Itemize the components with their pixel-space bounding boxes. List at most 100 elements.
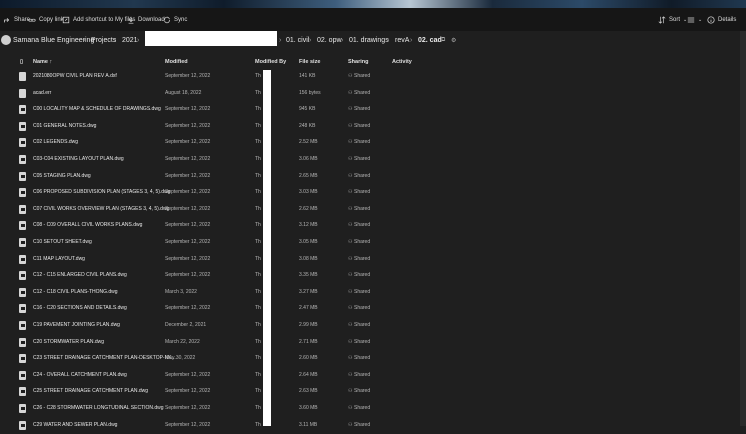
file-icon: [19, 155, 26, 164]
shared-icon: ⚇: [348, 305, 353, 312]
download-label: Download: [138, 16, 165, 23]
file-name[interactable]: C01 GENERAL NOTES.dwg: [33, 123, 96, 129]
site-logo-icon: [1, 35, 11, 45]
table-row[interactable]: 2021080OPW CIVIL PLAN REV A.dxf September…: [0, 69, 746, 86]
download-button[interactable]: Download: [127, 13, 165, 26]
table-row[interactable]: C06 PROPOSED SUBDIVISION PLAN (STAGES 3,…: [0, 185, 746, 202]
file-modified-by: Th: [255, 189, 261, 196]
breadcrumb-item-year[interactable]: 2021: [122, 37, 138, 44]
table-row[interactable]: C23 STREET DRAINAGE CATCHMENT PLAN-DESKT…: [0, 351, 746, 368]
file-name[interactable]: C16 - C20 SECTIONS AND DETAILS.dwg: [33, 305, 127, 311]
file-size: 2.60 MB: [299, 355, 318, 362]
table-row[interactable]: C12 - C15 ENLARGED CIVIL PLANS.dwg Septem…: [0, 268, 746, 285]
file-size: 3.35 MB: [299, 272, 318, 279]
file-size: 2.64 MB: [299, 371, 318, 378]
file-icon: [19, 221, 26, 231]
breadcrumb-item-civil[interactable]: 01. civil: [286, 37, 309, 44]
file-name[interactable]: C24 - OVERALL CATCHMENT PLAN.dwg: [33, 372, 127, 378]
shared-icon: ⚇: [348, 172, 353, 179]
table-row[interactable]: C25 STREET DRAINAGE CATCHMENT PLAN.dwg Se…: [0, 384, 746, 401]
breadcrumb-item-current: 02. cad: [418, 37, 442, 44]
file-type-icon[interactable]: ▯: [20, 59, 23, 65]
file-modified-by: Th: [255, 122, 261, 129]
file-name[interactable]: C12 - C18 CIVIL PLANS-THONG.dwg: [33, 289, 118, 295]
breadcrumb-item-opw[interactable]: 02. opw: [317, 37, 342, 44]
file-name[interactable]: C00 LOCALITY MAP & SCHEDULE OF DRAWINGS.…: [33, 106, 161, 112]
file-name[interactable]: C02 LEGENDS.dwg: [33, 139, 78, 145]
shared-icon: ⚇: [348, 371, 353, 378]
file-modified-by: Th: [255, 172, 261, 179]
file-name[interactable]: acad.err: [33, 90, 51, 96]
file-size: 2.99 MB: [299, 322, 318, 328]
table-row[interactable]: C01 GENERAL NOTES.dwg September 12, 2022 T…: [0, 119, 746, 136]
folder-link-icon[interactable]: ⧉: [441, 37, 445, 44]
view-options-button[interactable]: ⌄: [687, 13, 702, 26]
file-size: 945 KB: [299, 106, 316, 113]
details-button[interactable]: Details: [707, 13, 736, 26]
file-size: 141 KB: [299, 73, 316, 79]
file-sharing: Shared: [354, 189, 371, 196]
file-name[interactable]: C08 - C09 OVERALL CIVIL WORKS PLANS.dwg: [33, 222, 142, 228]
table-row[interactable]: C12 - C18 CIVIL PLANS-THONG.dwg March 3, …: [0, 285, 746, 302]
shared-icon: ⚇: [348, 156, 353, 162]
shared-icon: ⚇: [348, 222, 353, 229]
file-icon: [19, 337, 26, 347]
table-row[interactable]: C10 SETOUT SHEET.dwg September 12, 2022 Th…: [0, 235, 746, 252]
file-name[interactable]: 2021080OPW CIVIL PLAN REV A.dxf: [33, 73, 117, 79]
file-name[interactable]: C07 CIVIL WORKS OVERVIEW PLAN (STAGES 3,…: [33, 206, 169, 212]
table-row[interactable]: C16 - C20 SECTIONS AND DETAILS.dwg Septem…: [0, 301, 746, 318]
table-row[interactable]: C08 - C09 OVERALL CIVIL WORKS PLANS.dwg S…: [0, 218, 746, 235]
scrollbar[interactable]: [740, 31, 746, 426]
file-name[interactable]: C05 STAGING PLAN.dwg: [33, 173, 91, 179]
table-row[interactable]: C11 MAP LAYOUT.dwg September 12, 2022 Th 3.…: [0, 252, 746, 269]
add-shortcut-button[interactable]: Add shortcut to My files: [62, 13, 135, 26]
file-name[interactable]: C06 PROPOSED SUBDIVISION PLAN (STAGES 3,…: [33, 189, 170, 195]
sort-icon: [658, 15, 666, 24]
copy-link-button[interactable]: Copy link: [28, 13, 64, 26]
settings-icon[interactable]: ⚙: [451, 37, 456, 44]
table-row[interactable]: C19 PAVEMENT JOINTING PLAN.dwg December 2…: [0, 318, 746, 335]
file-icon: [19, 387, 26, 397]
file-modified: September 12, 2022: [165, 139, 211, 146]
table-row[interactable]: C20 STORMWATER PLAN.dwg March 22, 2022 Th 2…: [0, 335, 746, 352]
file-name[interactable]: C11 MAP LAYOUT.dwg: [33, 256, 85, 262]
table-row[interactable]: C24 - OVERALL CATCHMENT PLAN.dwg Septembe…: [0, 368, 746, 385]
file-name[interactable]: C10 SETOUT SHEET.dwg: [33, 239, 92, 245]
file-name[interactable]: C23 STREET DRAINAGE CATCHMENT PLAN-DESKT…: [33, 355, 176, 361]
table-row[interactable]: C00 LOCALITY MAP & SCHEDULE OF DRAWINGS.…: [0, 102, 746, 119]
column-modified[interactable]: Modified: [165, 59, 188, 65]
file-size: 3.06 MB: [299, 156, 318, 162]
file-icon: [19, 105, 26, 115]
file-name[interactable]: C19 PAVEMENT JOINTING PLAN.dwg: [33, 322, 120, 328]
file-name[interactable]: C12 - C15 ENLARGED CIVIL PLANS.dwg: [33, 272, 127, 278]
file-name[interactable]: C26 - C28 STORMWATER LONGTUDINAL SECTION…: [33, 405, 164, 411]
file-modified-by: Th: [255, 139, 261, 146]
file-size: 2.52 MB: [299, 139, 318, 146]
column-sharing[interactable]: Sharing: [348, 59, 368, 65]
breadcrumb-separator-icon: ›: [114, 37, 117, 44]
column-activity[interactable]: Activity: [392, 59, 412, 65]
file-name[interactable]: C25 STREET DRAINAGE CATCHMENT PLAN.dwg: [33, 388, 148, 394]
breadcrumb-item-drawings[interactable]: 01. drawings: [349, 37, 389, 44]
column-name[interactable]: Name ↑: [33, 59, 52, 65]
file-sharing: Shared: [354, 239, 371, 245]
table-row[interactable]: C02 LEGENDS.dwg September 12, 2022 Th 2.52 …: [0, 135, 746, 152]
breadcrumb-item-projects[interactable]: Projects: [91, 37, 116, 44]
column-file-size[interactable]: File size: [299, 59, 320, 65]
file-modified: September 12, 2022: [165, 405, 211, 411]
column-modified-by[interactable]: Modified By: [255, 59, 286, 65]
table-row[interactable]: acad.err August 18, 2022 Th 156 bytes ⚇ Share…: [0, 86, 746, 103]
file-name[interactable]: C03-C04 EXISTING LAYOUT PLAN.dwg: [33, 156, 124, 162]
file-name[interactable]: C29 WATER AND SEWER PLAN.dwg: [33, 422, 117, 428]
breadcrumb-item-reva[interactable]: revA: [395, 37, 409, 44]
file-size: 3.03 MB: [299, 189, 318, 196]
sort-button[interactable]: Sort ⌄: [658, 13, 687, 26]
table-row[interactable]: C07 CIVIL WORKS OVERVIEW PLAN (STAGES 3,…: [0, 202, 746, 219]
table-row[interactable]: C03-C04 EXISTING LAYOUT PLAN.dwg Septembe…: [0, 152, 746, 169]
table-row[interactable]: C26 - C28 STORMWATER LONGTUDINAL SECTION…: [0, 401, 746, 418]
sync-button[interactable]: Sync: [163, 13, 187, 26]
file-size: 2.65 MB: [299, 172, 318, 179]
file-name[interactable]: C20 STORMWATER PLAN.dwg: [33, 339, 104, 345]
share-button[interactable]: Share: [3, 13, 30, 26]
table-row[interactable]: C05 STAGING PLAN.dwg September 12, 2022 Th…: [0, 169, 746, 186]
